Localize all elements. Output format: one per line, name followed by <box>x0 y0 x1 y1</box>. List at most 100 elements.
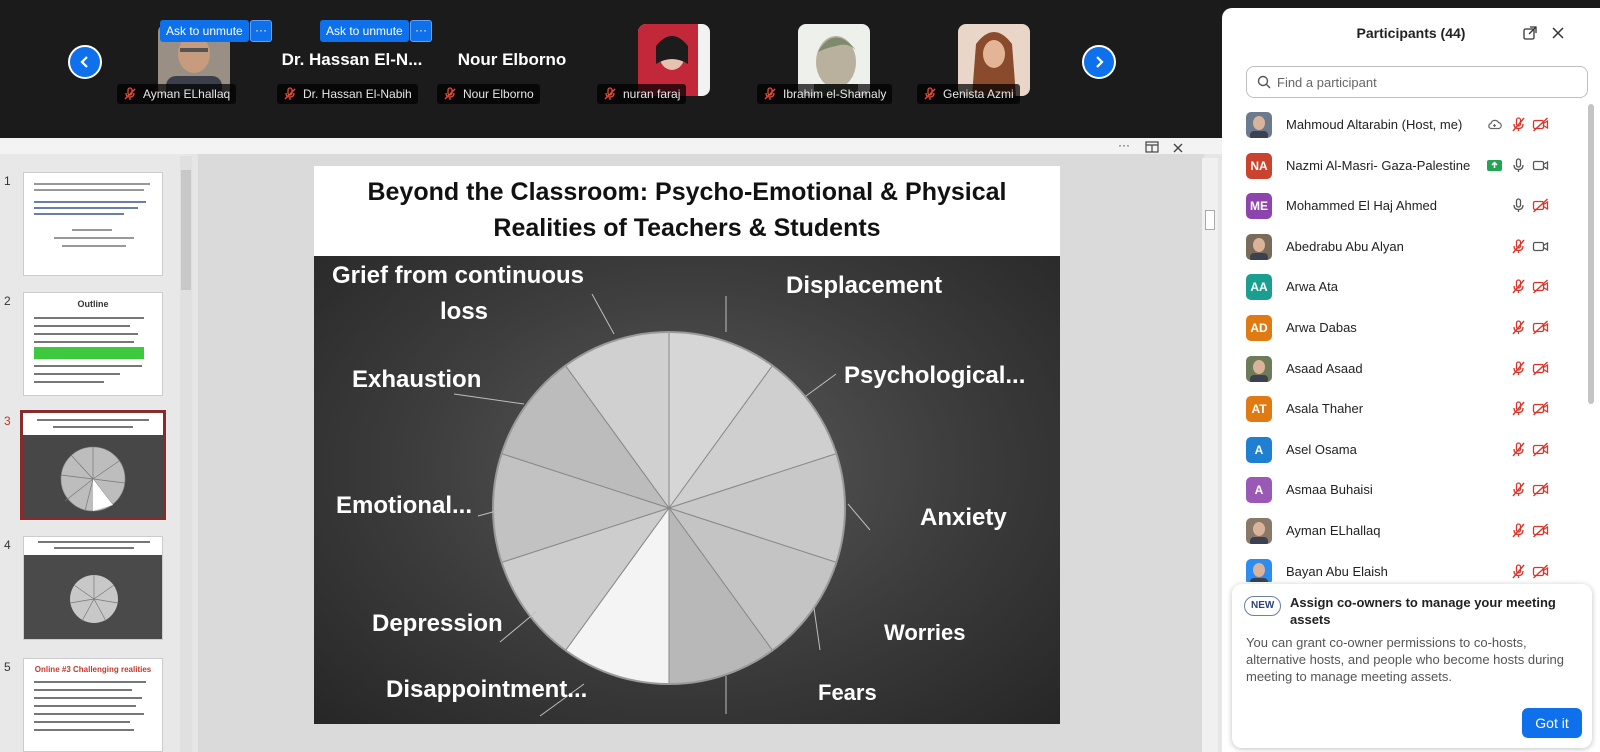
video-gallery-strip: Ask to unmute ··· Ayman ELhallaq Dr. Has… <box>0 0 1222 138</box>
tile-more-button[interactable]: ··· <box>250 20 272 42</box>
participant-name: Nazmi Al-Masri- Gaza-Palestine <box>1286 157 1471 173</box>
participant-row[interactable]: AT Asala Thaher <box>1222 388 1592 429</box>
participant-name: Bayan Abu Elaish <box>1286 563 1388 579</box>
video-icon[interactable] <box>1532 238 1549 255</box>
participant-row[interactable]: A Asel Osama <box>1222 429 1592 470</box>
video-tile[interactable]: Ask to unmute ··· Ayman ELhallaq <box>112 0 272 104</box>
video-off-icon[interactable] <box>1532 400 1549 417</box>
participant-name: Mahmoud Altarabin (Host, me) <box>1286 117 1463 132</box>
participant-name-label: Ayman ELhallaq <box>117 84 237 104</box>
participant-name: Arwa Ata <box>1286 279 1339 295</box>
video-tile[interactable]: Ibrahim el-Shamaly <box>752 0 912 104</box>
avatar-initials: A <box>1254 442 1264 457</box>
gallery-prev-button[interactable] <box>68 45 102 79</box>
share-more-button[interactable]: ··· <box>1118 138 1130 154</box>
mic-muted-icon[interactable] <box>1510 563 1527 580</box>
mic-muted-icon[interactable] <box>1510 481 1527 498</box>
video-off-icon[interactable] <box>1532 481 1549 498</box>
mic-muted-icon[interactable] <box>1510 116 1527 133</box>
participant-row[interactable]: Mahmoud Altarabin (Host, me) <box>1222 104 1592 145</box>
video-tile[interactable]: Genista Azmi <box>912 0 1072 104</box>
participant-row[interactable]: AA Arwa Ata <box>1222 266 1592 307</box>
participant-row[interactable]: Abedrabu Abu Alyan <box>1222 226 1592 267</box>
participant-list: Mahmoud Altarabin (Host, me) NA Nazmi Al-M… <box>1222 104 1592 582</box>
pie-diagram <box>453 293 871 717</box>
thumbnail-title: Outline <box>77 299 109 309</box>
participant-row[interactable]: ME Mohammed El Haj Ahmed <box>1222 185 1592 226</box>
participant-row[interactable]: AD Arwa Dabas <box>1222 307 1592 348</box>
slide-label-worries: Worries <box>884 620 966 645</box>
slide-number: 3 <box>4 414 11 428</box>
search-input[interactable] <box>1277 74 1577 90</box>
slide-label-grief: Grief from continuous <box>332 262 584 289</box>
mic-muted-icon[interactable] <box>1510 360 1527 377</box>
mic-muted-icon[interactable] <box>1510 441 1527 458</box>
participant-row[interactable]: Bayan Abu Elaish <box>1222 551 1592 582</box>
window-layout-icon[interactable] <box>1145 139 1159 155</box>
slide-thumbnail[interactable]: Online #3 Challenging realities <box>23 658 163 752</box>
mic-muted-icon[interactable] <box>1510 238 1527 255</box>
participant-name-label: Ibrahim el-Shamaly <box>757 84 893 104</box>
mic-muted-icon <box>764 87 776 100</box>
slide-number: 1 <box>4 174 11 188</box>
avatar <box>1246 355 1272 382</box>
video-off-icon[interactable] <box>1532 522 1549 539</box>
thumbnail-scrollbar[interactable] <box>180 156 192 752</box>
video-off-icon[interactable] <box>1532 563 1549 580</box>
participant-name-label: Nour Elborno <box>437 84 540 104</box>
notice-body: You can grant co-owner permissions to co… <box>1246 635 1564 684</box>
slide-thumbnail[interactable] <box>23 536 163 640</box>
avatar <box>1246 558 1272 582</box>
slide-thumbnail-selected[interactable] <box>20 410 166 520</box>
video-icon[interactable] <box>1532 157 1549 174</box>
avatar <box>1246 518 1272 544</box>
avatar-initials: NA <box>1250 158 1268 173</box>
new-badge: NEW <box>1244 596 1282 616</box>
gallery-next-button[interactable] <box>1082 45 1116 79</box>
mic-muted-icon[interactable] <box>1510 319 1527 336</box>
ask-to-unmute-button[interactable]: Ask to unmute <box>320 20 409 42</box>
mic-muted-icon[interactable] <box>1510 278 1527 295</box>
video-tile[interactable]: Nour Elborno Nour Elborno <box>432 0 592 104</box>
participant-name: Asmaa Buhaisi <box>1286 482 1373 498</box>
ask-to-unmute-button[interactable]: Ask to unmute <box>160 20 249 42</box>
screen-share-icon[interactable] <box>1486 157 1503 174</box>
participant-search[interactable] <box>1246 66 1588 98</box>
mic-icon[interactable] <box>1510 197 1527 214</box>
slide-thumbnail[interactable]: Outline <box>23 292 163 396</box>
mic-muted-icon <box>284 87 296 100</box>
slide-thumbnail-pane: 1 2 Outline 3 4 5 Online #3 Challenging … <box>0 154 184 752</box>
pop-out-icon[interactable] <box>1522 25 1538 41</box>
participant-row[interactable]: Ayman ELhallaq <box>1222 510 1592 551</box>
slide-thumbnail[interactable] <box>23 172 163 276</box>
got-it-button[interactable]: Got it <box>1522 708 1582 738</box>
mic-muted-icon <box>604 87 616 100</box>
avatar <box>1246 233 1272 260</box>
close-icon[interactable] <box>1550 25 1566 41</box>
video-off-icon[interactable] <box>1532 441 1549 458</box>
cloud-recording-icon[interactable] <box>1486 116 1503 133</box>
mic-muted-icon[interactable] <box>1510 400 1527 417</box>
participant-name: Ayman ELhallaq <box>143 87 231 101</box>
video-tile[interactable]: nuran faraj <box>592 0 752 104</box>
video-off-icon[interactable] <box>1532 319 1549 336</box>
participants-title: Participants (44) <box>1356 25 1466 41</box>
chevron-right-icon <box>1096 56 1104 68</box>
avatar-initials: A <box>1254 483 1264 498</box>
participant-name: Abedrabu Abu Alyan <box>1286 238 1404 254</box>
tile-more-button[interactable]: ··· <box>410 20 432 42</box>
video-tile[interactable]: Dr. Hassan El-N... Ask to unmute ··· Dr.… <box>272 0 432 104</box>
video-off-icon[interactable] <box>1532 360 1549 377</box>
participant-row[interactable]: A Asmaa Buhaisi <box>1222 469 1592 510</box>
mic-muted-icon[interactable] <box>1510 522 1527 539</box>
mic-icon[interactable] <box>1510 157 1527 174</box>
chevron-left-icon <box>80 56 88 68</box>
participant-row[interactable]: NA Nazmi Al-Masri- Gaza-Palestine <box>1222 145 1592 186</box>
participant-row[interactable]: Asaad Asaad <box>1222 348 1592 389</box>
video-off-icon[interactable] <box>1532 278 1549 295</box>
video-off-icon[interactable] <box>1532 116 1549 133</box>
video-off-icon[interactable] <box>1532 197 1549 214</box>
participant-list-scrollbar[interactable] <box>1588 104 1594 404</box>
slide-scrollbar[interactable] <box>1202 158 1218 752</box>
participant-name-label: nuran faraj <box>597 84 687 104</box>
